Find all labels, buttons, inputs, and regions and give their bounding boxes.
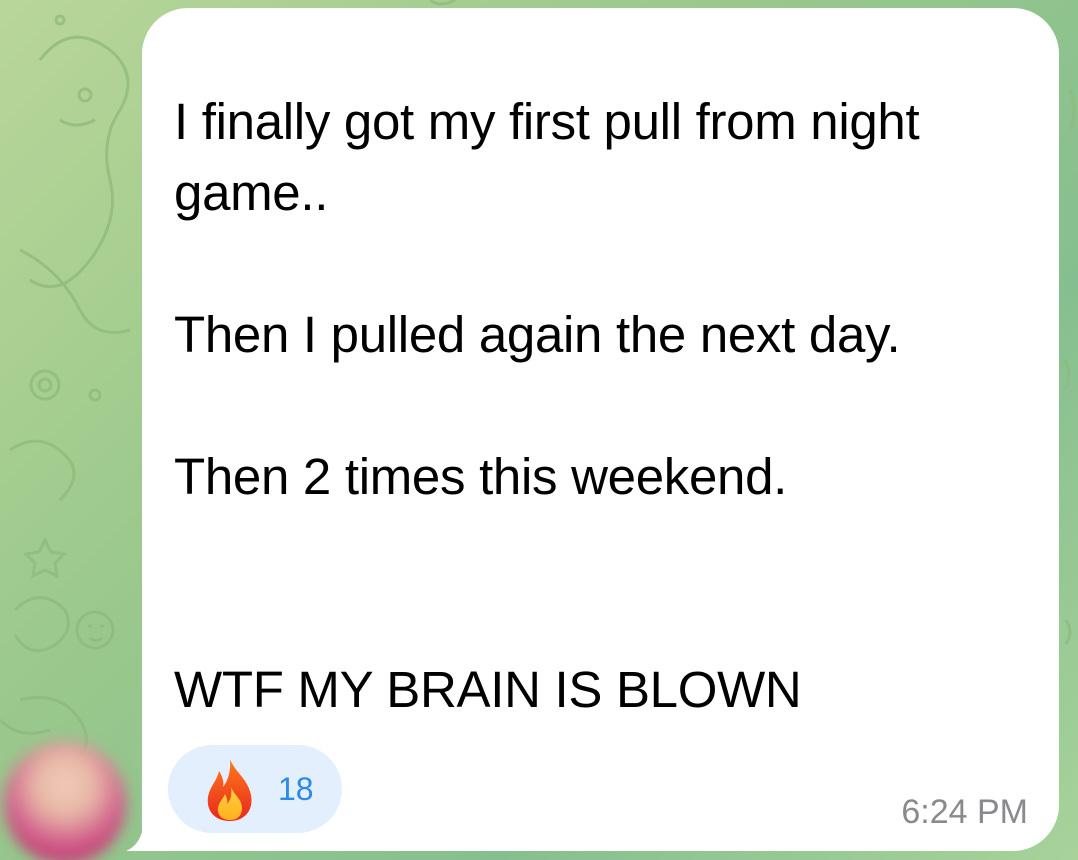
message-text: I finally got my first pull from night g… bbox=[174, 86, 1044, 725]
avatar[interactable] bbox=[4, 742, 126, 860]
message-line: Then 2 times this weekend. bbox=[174, 448, 788, 505]
reaction-count: 18 bbox=[278, 771, 314, 807]
message-line: Then I pulled again the next day. bbox=[174, 306, 901, 363]
message-line: I finally got my first pull from night g… bbox=[174, 93, 920, 221]
fire-icon bbox=[207, 759, 252, 821]
bubble-tail bbox=[126, 818, 164, 851]
reaction-chip[interactable]: 18 bbox=[168, 745, 342, 833]
message-timestamp: 6:24 PM bbox=[901, 793, 1028, 831]
message-line: WTF MY BRAIN IS BLOWN bbox=[174, 661, 802, 718]
